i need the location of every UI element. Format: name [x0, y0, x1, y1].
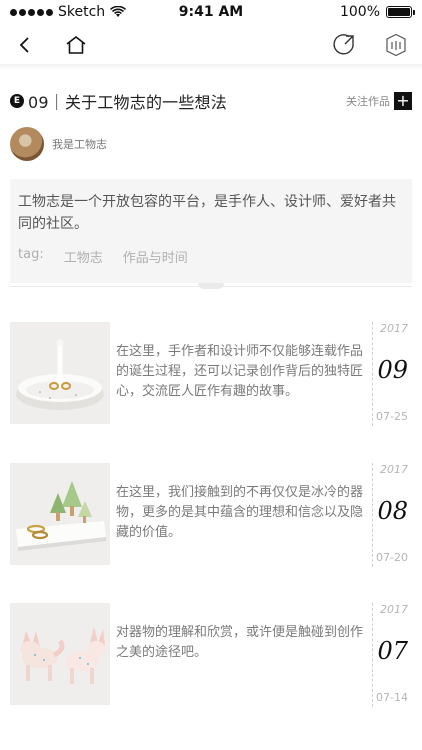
entry-year: 2017	[380, 322, 408, 335]
page-title: 09｜关于工物志的一些想法	[28, 93, 227, 112]
episode-badge: E	[10, 94, 24, 108]
signal-icon	[10, 8, 53, 16]
battery-icon	[386, 6, 415, 18]
entry-month: 09	[377, 356, 408, 384]
description-text: 工物志是一个开放包容的平台，是手作人、设计师、爱好者共同的社区。	[18, 194, 396, 232]
entry-thumbnail[interactable]	[10, 463, 110, 565]
battery-fill	[388, 8, 410, 16]
tag-label: tag:	[18, 247, 44, 262]
entry-text: 在这里，我们接触到的不再仅仅是冰冷的器物，更多的是其中蕴含的理想和信念以及隐藏的…	[116, 485, 364, 540]
entry-year: 2017	[380, 463, 408, 476]
carrier-group: Sketch	[10, 4, 127, 20]
entry-date: 07-20	[376, 551, 408, 564]
back-button[interactable]	[10, 30, 40, 60]
description-box: 工物志是一个开放包容的平台，是手作人、设计师、爱好者共同的社区。 tag: 工物…	[10, 179, 412, 283]
carrier-name: Sketch	[58, 4, 106, 20]
avatar[interactable]	[10, 127, 44, 161]
entry-month: 07	[377, 637, 408, 665]
entry-thumbnail[interactable]	[10, 603, 110, 705]
timeline-line	[372, 463, 373, 567]
home-button[interactable]	[61, 30, 91, 60]
entry-text: 对器物的理解和欣赏，或许便是触碰到创作之美的途径吧。	[116, 625, 364, 660]
timeline-line	[372, 603, 373, 707]
home-icon	[66, 35, 86, 54]
timeline-line	[372, 322, 373, 426]
battery-percent: 100%	[339, 4, 380, 20]
collection-button[interactable]	[381, 30, 411, 60]
author-row[interactable]: 我是工物志	[10, 126, 107, 162]
entry-date: 07-25	[376, 410, 408, 423]
share-button[interactable]	[329, 30, 359, 60]
wifi-icon	[110, 6, 127, 17]
entry-month: 08	[377, 497, 408, 525]
nav-divider	[0, 64, 422, 70]
timeline-entry[interactable]: 对器物的理解和欣赏，或许便是触碰到创作之美的途径吧。 2017 07 07-14	[10, 603, 412, 707]
entry-year: 2017	[380, 603, 408, 616]
tag-item[interactable]: 工物志	[64, 247, 103, 266]
follow-button[interactable]: 关注作品 +	[346, 92, 412, 110]
follow-label: 关注作品	[346, 95, 390, 108]
ceramic-foxes-image	[10, 603, 110, 705]
timeline-entry[interactable]: 在这里，手作者和设计师不仅能够连载作品的诞生过程，还可以记录创作背后的独特匠心，…	[10, 322, 412, 426]
ceramic-ring-dish-image	[10, 322, 110, 424]
entry-text: 在这里，手作者和设计师不仅能够连载作品的诞生过程，还可以记录创作背后的独特匠心，…	[116, 344, 364, 399]
back-chevron-icon	[19, 37, 29, 53]
collection-icon	[386, 33, 406, 57]
status-bar: Sketch 9:41 AM 100%	[0, 0, 422, 24]
tag-item[interactable]: 作品与时间	[123, 247, 188, 266]
article-header: E 09｜关于工物志的一些想法 关注作品 +	[10, 88, 412, 114]
battery-group: 100%	[339, 4, 415, 20]
share-icon	[333, 34, 354, 55]
entry-thumbnail[interactable]	[10, 322, 110, 424]
tree-ring-tray-image	[10, 463, 110, 565]
author-name[interactable]: 我是工物志	[52, 136, 107, 152]
timeline-entry[interactable]: 在这里，我们接触到的不再仅仅是冰冷的器物，更多的是其中蕴含的理想和信念以及隐藏的…	[10, 463, 412, 567]
plus-icon: +	[394, 92, 412, 110]
expand-handle[interactable]	[198, 283, 224, 289]
tag-row: tag: 工物志 作品与时间	[18, 247, 404, 266]
nav-bar	[0, 24, 422, 64]
entry-date: 07-14	[376, 691, 408, 704]
